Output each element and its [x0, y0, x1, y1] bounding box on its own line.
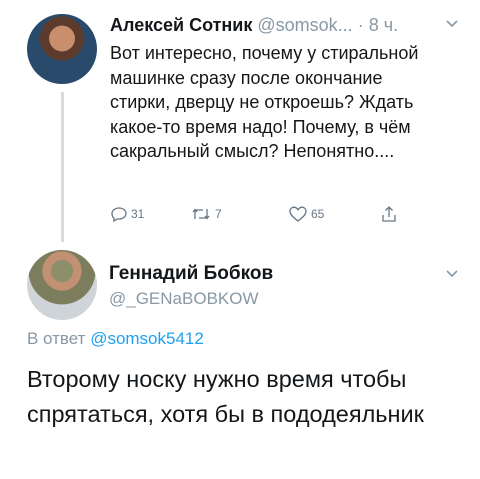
- retweet-count: 7: [215, 207, 222, 221]
- tweet-header: Алексей Сотник @somsok... · 8 ч.: [110, 14, 470, 36]
- reply-tweet[interactable]: Геннадий Бобков @_GENaBOBKOW В ответ @so…: [0, 240, 480, 479]
- retweet-icon: [192, 208, 210, 220]
- reply-action[interactable]: 31: [110, 205, 144, 223]
- avatar[interactable]: [27, 250, 97, 320]
- original-tweet[interactable]: Алексей Сотник @somsok... · 8 ч. Вот инт…: [0, 0, 480, 242]
- author-name[interactable]: Геннадий Бобков: [109, 262, 273, 286]
- chevron-down-icon[interactable]: [444, 268, 460, 280]
- author-handle[interactable]: @somsok...: [257, 15, 352, 35]
- like-count: 65: [311, 207, 325, 221]
- reply-context: В ответ @somsok5412: [27, 328, 204, 350]
- like-action[interactable]: 65: [288, 205, 324, 223]
- tweet-actions: 31 7 65: [110, 205, 430, 229]
- reply-icon: [111, 207, 127, 223]
- reply-count: 31: [131, 207, 145, 221]
- like-icon: [289, 206, 307, 222]
- tweet-text: Второму носку нужно время чтобы спрятать…: [27, 366, 424, 427]
- author-handle[interactable]: @_GENaBOBKOW: [109, 288, 259, 310]
- author-name[interactable]: Алексей Сотник: [110, 15, 252, 35]
- share-action[interactable]: [380, 205, 398, 223]
- chevron-down-icon[interactable]: [444, 18, 460, 30]
- thread-line: [61, 92, 64, 242]
- retweet-action[interactable]: 7: [190, 205, 222, 223]
- share-icon: [382, 206, 396, 222]
- tweet-time[interactable]: 8 ч.: [369, 15, 398, 35]
- avatar[interactable]: [27, 14, 97, 84]
- reply-target-link[interactable]: @somsok5412: [90, 329, 204, 348]
- separator: ·: [357, 15, 364, 35]
- reply-prefix: В ответ: [27, 329, 86, 348]
- tweet-text: Вот интересно, почему у стиральной машин…: [110, 43, 419, 161]
